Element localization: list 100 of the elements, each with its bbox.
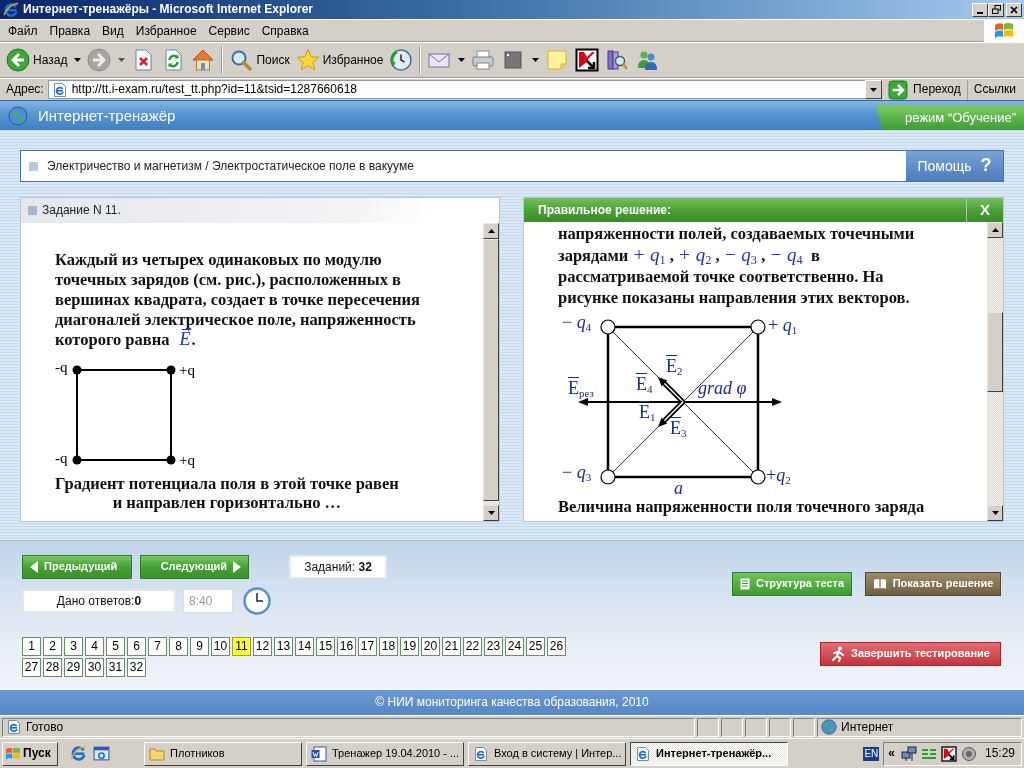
show-solution-button[interactable]: Показать решение [865,572,1001,596]
mode-indicator: режим “Обучение” [876,105,1024,130]
taskbar-button[interactable]: Тренажер 19.04.2010 - ... [306,741,464,766]
question-number[interactable]: 25 [526,637,545,656]
question-number[interactable]: 29 [64,658,83,677]
question-number[interactable]: 26 [547,637,566,656]
flag-icon [5,746,21,761]
question-number[interactable]: 6 [127,637,146,656]
question-number[interactable]: 22 [463,637,482,656]
charge-circle [600,469,616,485]
question-number[interactable]: 30 [85,658,104,677]
status-text: Готово [26,719,64,735]
back-button[interactable]: Назад [3,45,85,75]
menu-item[interactable]: Правка [43,20,97,41]
question-text: Градиент потенциала поля в этой точке равен и направлен горизонтально … [55,474,399,512]
question-number[interactable]: 21 [442,637,461,656]
start-button[interactable]: Пуск [2,741,58,766]
question-number[interactable]: 27 [22,658,41,677]
charge-label: +q [179,363,195,378]
finish-button[interactable]: Завершить тестирование [820,642,1001,666]
question-number[interactable]: 5 [106,637,125,656]
page-icon [51,81,68,98]
question-number[interactable]: 17 [358,637,377,656]
vector-label: E$_{2}$ [666,357,683,375]
taskbar-button[interactable]: Интернет-тренажёр... [630,741,788,766]
question-number[interactable]: 10 [211,637,230,656]
browser-window-icon[interactable] [93,745,110,762]
question-number[interactable]: 7 [148,637,167,656]
question-number[interactable]: 23 [484,637,503,656]
charge-label: +q$_{2}$ [766,466,791,484]
minimize-button[interactable] [972,2,988,17]
breadcrumb-text: Электричество и магнетизм / Электростатическое поле в вакууме [47,158,414,174]
expand-tray-button[interactable]: « [886,746,897,761]
vector-label: E$_{4}$ [636,375,653,393]
charge-circle [750,469,766,485]
question-number[interactable]: 20 [421,637,440,656]
scrollbar[interactable] [987,222,1003,521]
solution-text: напряженности полей, создаваемых точечными зарядами + q$_{1}$ , + q$_{2}$ , − q$_{3}$ , − q$_{4}$ в рассматриваемой точке соответственно. На рисунке показаны направления этих векторов. [558,223,916,308]
question-number[interactable]: 8 [169,637,188,656]
question-text: Каждый из четырех одинаковых по модулю точечных зарядов (см. рис.), расположенных в вершинах квадрата, создает в точке пересечения диагоналей электрическое поле, напряженность которого равна E. [55,250,421,350]
taskbar-button[interactable]: Вход в систему | Интер... [468,741,626,766]
document-icon [311,745,327,762]
globe-icon [8,105,28,126]
question-number[interactable]: 12 [253,637,272,656]
clock-icon [243,587,271,615]
menu-item[interactable]: Избранное [129,20,203,41]
question-number[interactable]: 3 [64,637,83,656]
solution-text: Величина напряженности поля точечного заряда [558,496,926,517]
language-indicator[interactable]: EN [863,746,880,761]
status-pane [721,717,743,737]
answer-count: Дано ответов:0 [22,589,176,613]
question-number[interactable]: 1 [22,637,41,656]
question-number[interactable]: 14 [295,637,314,656]
restore-button[interactable] [988,2,1004,17]
home-icon [191,48,216,72]
close-button[interactable] [1006,2,1022,17]
browser-icon [635,745,651,762]
question-number[interactable]: 19 [400,637,419,656]
dropdown-button[interactable] [865,80,883,99]
question-number[interactable]: 13 [274,637,293,656]
links-button[interactable]: Ссылки [966,79,1022,100]
question-number[interactable]: 4 [85,637,104,656]
tile-arrow-icon[interactable] [940,745,957,762]
menu-item[interactable]: Файл [2,20,44,41]
question-number[interactable]: 18 [379,637,398,656]
question-number[interactable]: 15 [316,637,335,656]
question-number[interactable]: 11 [232,637,251,656]
scroll-up-button[interactable] [483,223,499,239]
question-number[interactable]: 16 [337,637,356,656]
triangle-right-icon [233,561,241,573]
menu-item[interactable]: Сервис [202,20,256,41]
taskbar-button[interactable]: Плотников [144,741,302,766]
down-arrow-icon [991,511,999,515]
go-button[interactable]: Переход [882,79,967,100]
question-number[interactable]: 31 [106,658,125,677]
scroll-down-button[interactable] [987,505,1003,521]
question-number[interactable]: 24 [505,637,524,656]
scroll-down-button[interactable] [483,505,499,521]
search-button[interactable]: Поиск [226,45,293,75]
menu-item[interactable]: Вид [96,20,130,41]
question-number[interactable]: 9 [190,637,209,656]
scrollbar-thumb[interactable] [987,312,1003,392]
task-title: Задание N 11. [42,203,121,218]
favorites-button[interactable]: Избранное [292,45,387,75]
clock-text: 15:29 [984,746,1015,761]
browser-icon[interactable] [70,745,87,762]
question-number[interactable]: 28 [43,658,62,677]
network-icon[interactable] [900,745,917,762]
charge-circle [600,319,616,335]
formula-label: grad φ [698,379,747,397]
task-count: Заданий: 32 [289,555,387,579]
up-arrow-icon [991,228,999,232]
question-number[interactable]: 32 [127,658,146,677]
triangle-left-icon [30,561,38,573]
scroll-up-button[interactable] [987,222,1003,238]
address-field[interactable]: http://tt.i-exam.ru/test_tt.php?id=11&tsid=1287660618 [47,80,866,99]
formula-label: a [674,479,683,497]
menu-item[interactable]: Справка [255,20,315,41]
question-number[interactable]: 2 [43,637,62,656]
disc-icon[interactable] [960,745,977,762]
